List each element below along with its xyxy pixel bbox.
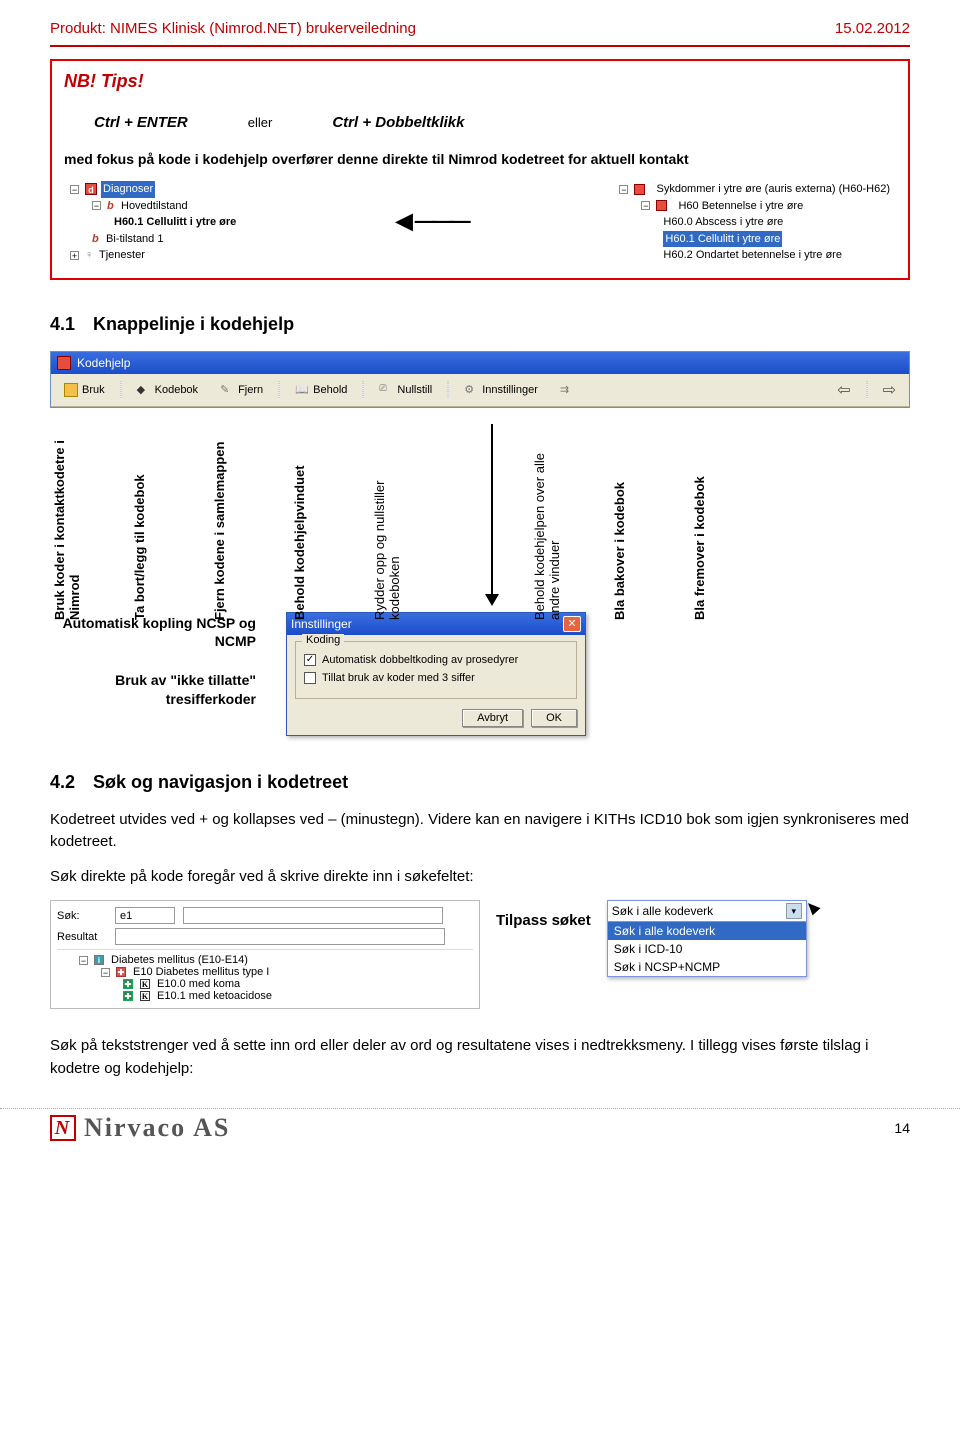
search-scope-dropdown[interactable]: Søk i alle kodeverk ▾ Søk i alle kodever… [607,900,807,977]
innstillinger-icon: ⚙ [464,383,478,397]
left-code-tree: −dDiagnoser −bHovedtilstand H60.1 Cellul… [70,181,236,264]
toolbar-back-button[interactable]: ⇦ [828,377,859,403]
vlabel-forward: Bla fremover i kodebok [692,420,772,624]
vlabel-kodebok: Ta bort/legg til kodebok [132,420,212,624]
page-footer: N Nirvaco AS 14 [0,1108,960,1153]
toolbar-kodebok-button[interactable]: ◆Kodebok [128,380,207,400]
doc-product: Produkt: NIMES Klinisk (Nimrod.NET) bruk… [50,20,416,37]
vlabel-bruk: Bruk koder i kontaktkodetre i Nimrod [52,420,132,624]
tilpass-soket-label: Tilpass søket [496,900,591,929]
bruk-icon [64,383,78,397]
chevron-down-icon: ▾ [786,903,802,919]
nirvaco-logo-icon: N [50,1115,76,1141]
shortcut-ctrl-enter: Ctrl + ENTER [94,114,188,131]
arrow-left-icon: ⇦ [837,380,850,400]
nullstill-icon: ⎚ [379,383,393,397]
doc-date: 15.02.2012 [835,20,910,37]
transfer-arrow-icon: ◄─── [388,205,468,239]
koding-legend: Koding [302,634,344,646]
tip-shortcuts: Ctrl + ENTER eller Ctrl + Dobbeltklikk [64,114,896,131]
dropdown-item[interactable]: Søk i alle kodeverk [608,922,806,940]
arrow-right-icon: ⇨ [883,380,896,400]
innstillinger-arrow-icon [452,420,532,630]
vlabel-fjern: Fjern kodene i samlemappen [212,420,292,624]
dropdown-item[interactable]: Søk i NCSP+NCMP [608,958,806,976]
vlabel-behold: Behold kodehjelpvinduet [292,420,372,624]
ok-button[interactable]: OK [531,709,577,727]
kodehjelp-window: Kodehjelp Bruk ◆Kodebok ✎Fjern 📖Behold ⎚… [50,351,910,408]
search-screenshot: Søk: Resultat −iDiabetes mellitus (E10-E… [50,900,910,1009]
chk-allow-3digit-label: Tillat bruk av koder med 3 siffer [322,672,475,684]
chk-auto-doublecode-label: Automatisk dobbeltkoding av prosedyrer [322,654,518,666]
shortcut-or: eller [248,115,273,130]
search-label: Søk: [57,910,107,922]
toolbar-explanation-diagram: Bruk koder i kontaktkodetre i Nimrod Ta … [50,414,910,624]
behold-icon: 📖 [295,383,309,397]
tip-nb: NB! Tips! [64,71,896,92]
kodebok-icon: ◆ [137,383,151,397]
section-4-2-p1: Kodetreet utvides ved + og kollapses ved… [50,809,910,854]
search-code-input[interactable] [115,907,175,924]
toolbar-bruk-button[interactable]: Bruk [55,380,114,400]
page-number: 14 [894,1120,910,1136]
search-result-tree: −iDiabetes mellitus (E10-E14) −✚E10 Diab… [57,949,473,1002]
footer-brand: N Nirvaco AS [50,1113,230,1143]
dropdown-item[interactable]: Søk i ICD-10 [608,940,806,958]
doc-header: Produkt: NIMES Klinisk (Nimrod.NET) bruk… [50,20,910,37]
toolbar-nullstill-button[interactable]: ⎚Nullstill [370,380,441,400]
chk-allow-3digit[interactable] [304,672,316,684]
vlabel-nullstill: Rydder opp og nullstiller kodeboken [372,420,452,624]
kodehjelp-app-icon [57,356,71,370]
section-4-2-heading: 4.2Søk og navigasjon i kodetreet [50,772,910,793]
right-code-tree: − Sykdommer i ytre øre (auris externa) (… [619,181,890,264]
innstillinger-dialog: Innstillinger ✕ Koding ✓ Automatisk dobb… [286,612,586,736]
section-4-2-p2: Søk direkte på kode foregår ved å skrive… [50,866,910,889]
toolbar-behold-button[interactable]: 📖Behold [286,380,356,400]
fjern-icon: ✎ [220,383,234,397]
section-4-1-heading: 4.1Knappelinje i kodehjelp [50,314,910,335]
tip-box: NB! Tips! Ctrl + ENTER eller Ctrl + Dobb… [50,59,910,280]
toolbar-pin-button[interactable]: ⇉ [551,380,583,400]
toolbar-forward-button[interactable]: ⇨ [874,377,905,403]
kodehjelp-title: Kodehjelp [77,356,130,370]
toolbar-fjern-button[interactable]: ✎Fjern [211,380,272,400]
koding-fieldset: Koding ✓ Automatisk dobbeltkoding av pro… [295,641,577,699]
result-field[interactable] [115,928,445,945]
vlabel-pin: Behold kodehjelpen over alle andre vindu… [532,420,612,624]
chk-auto-doublecode[interactable]: ✓ [304,654,316,666]
innstillinger-side-labels: Automatisk kopling NCSP og NCMP Bruk av … [46,614,256,730]
result-label: Resultat [57,931,107,943]
search-panel: Søk: Resultat −iDiabetes mellitus (E10-E… [50,900,480,1009]
toolbar-innstillinger-button[interactable]: ⚙Innstillinger [455,380,547,400]
vlabel-back: Bla bakover i kodebok [612,420,692,624]
kodehjelp-titlebar: Kodehjelp [51,352,909,374]
avbryt-button[interactable]: Avbryt [462,709,523,727]
section-4-2-p3: Søk på tekststrenger ved å sette inn ord… [50,1035,910,1080]
search-text-input[interactable] [183,907,443,924]
shortcut-ctrl-dblclick: Ctrl + Dobbeltklikk [332,114,464,131]
tip-description: med fokus på kode i kodehjelp overfører … [64,151,896,167]
pin-icon: ⇉ [560,383,574,397]
header-rule [50,45,910,47]
dropdown-current: Søk i alle kodeverk [612,904,713,918]
kodehjelp-toolbar: Bruk ◆Kodebok ✎Fjern 📖Behold ⎚Nullstill … [51,374,909,407]
